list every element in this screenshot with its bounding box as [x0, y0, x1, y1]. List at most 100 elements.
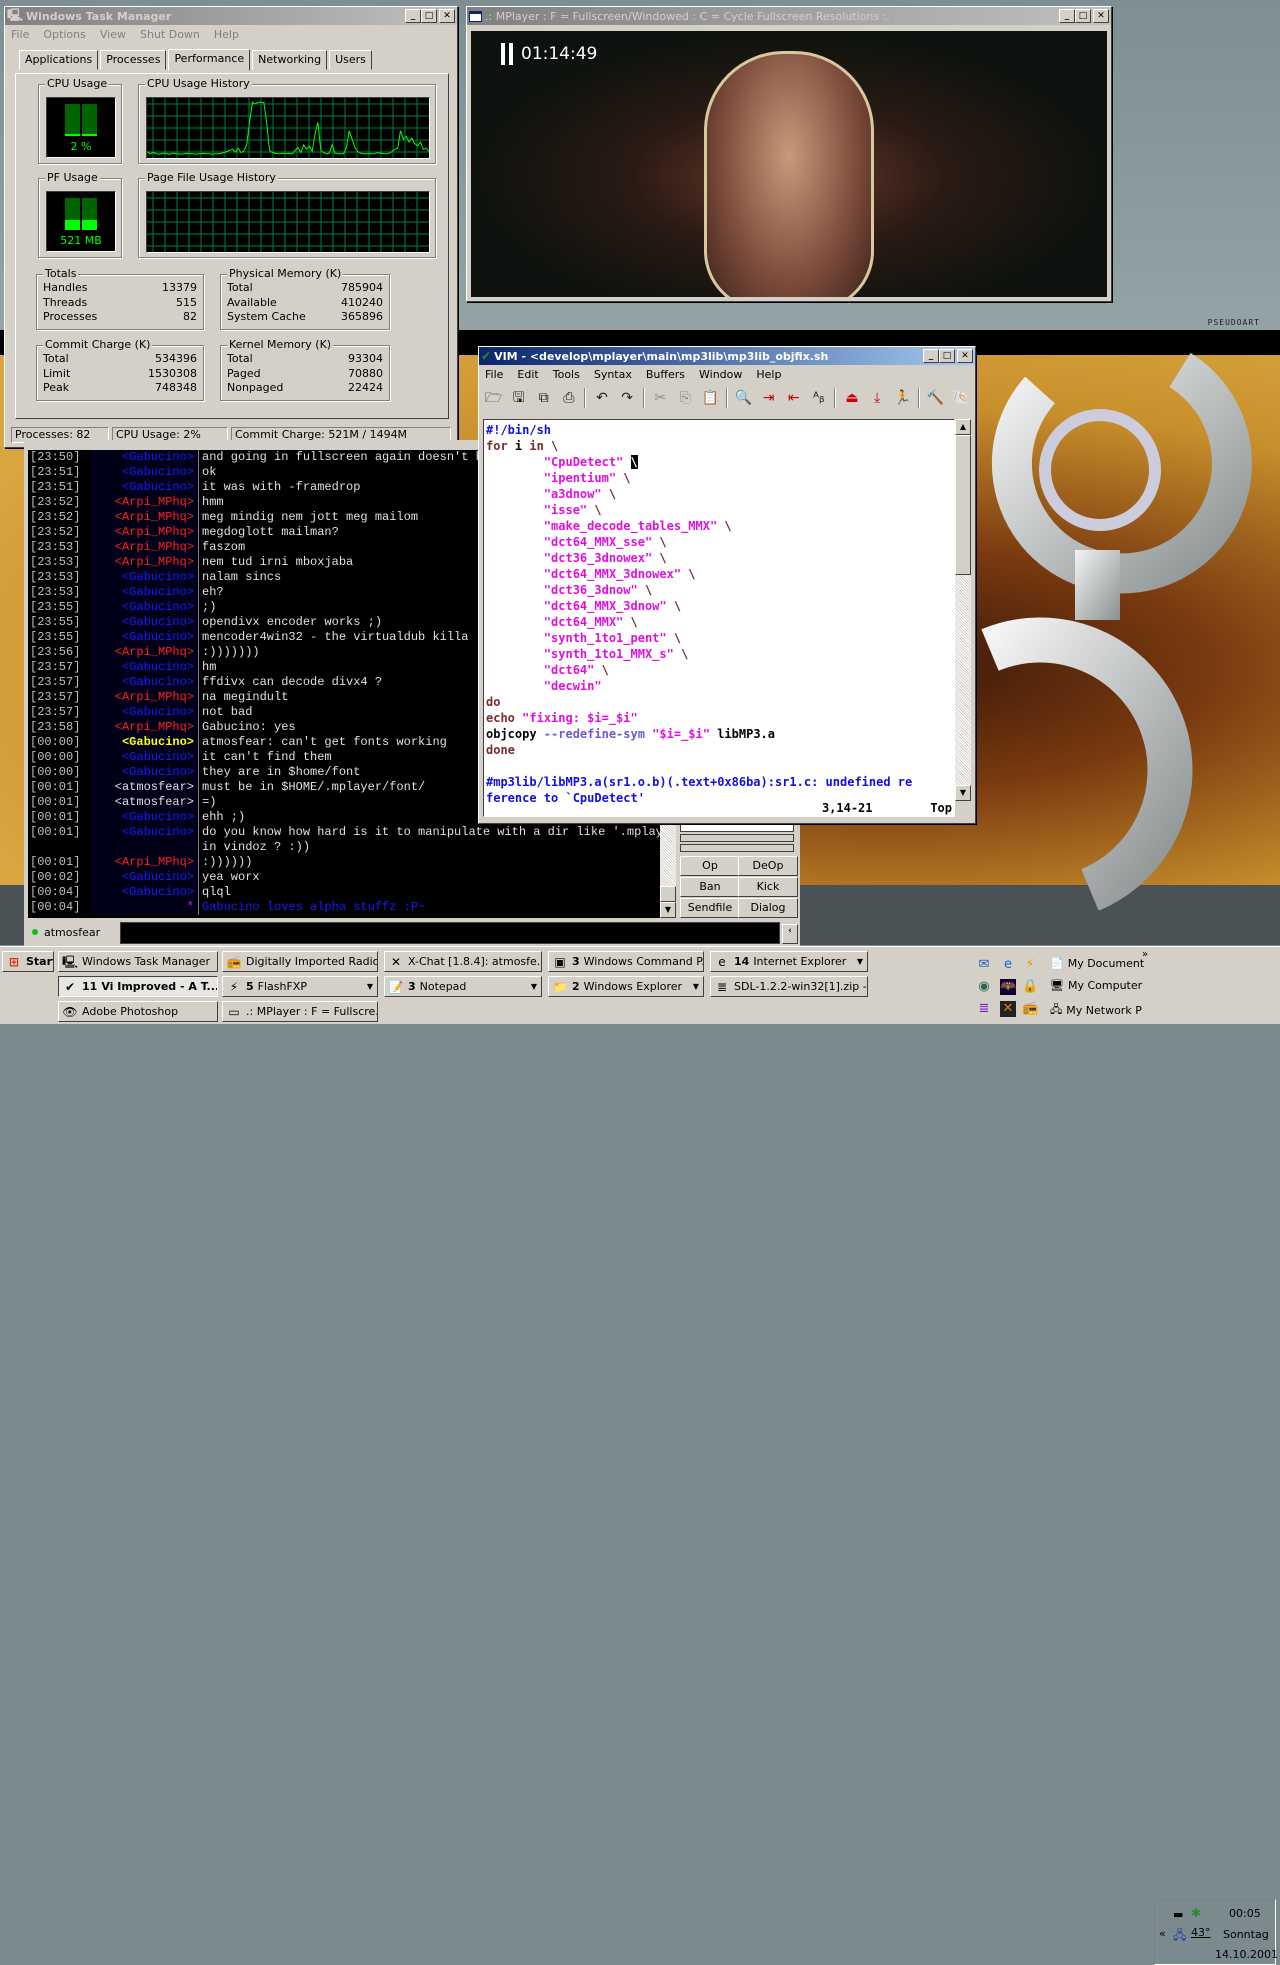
make-icon[interactable]: 🔨: [926, 388, 945, 408]
save-all-icon[interactable]: ⧉: [534, 388, 553, 408]
message-nick[interactable]: <atmosfear>: [90, 780, 198, 795]
taskbar-button[interactable]: ▣3Windows Command P...▼: [548, 951, 704, 972]
open-icon[interactable]: 🗁: [484, 388, 503, 408]
paste-icon[interactable]: 📋: [701, 388, 720, 408]
taskbar-button[interactable]: 👁 Adobe Photoshop: [58, 1001, 218, 1022]
kick-button[interactable]: Kick: [738, 877, 798, 897]
load-session-icon[interactable]: ⏏: [842, 388, 861, 408]
message-nick[interactable]: <Arpi_MPhq>: [90, 855, 198, 870]
scroll-down-button[interactable]: ▼: [660, 902, 676, 918]
tab-users[interactable]: Users: [329, 50, 372, 70]
redo-icon[interactable]: ↷: [618, 388, 637, 408]
message-nick[interactable]: <Gabucino>: [90, 480, 198, 495]
message-nick[interactable]: <Gabucino>: [90, 660, 198, 675]
message-nick[interactable]: <Arpi_MPhq>: [90, 690, 198, 705]
mplayer-titlebar[interactable]: .: MPlayer : F = Fullscreen/Windowed : C…: [467, 7, 1111, 25]
clock-time[interactable]: 00:05: [1229, 1907, 1261, 1920]
maximize-button[interactable]: □: [421, 9, 437, 23]
menu-help[interactable]: Help: [214, 28, 239, 41]
find-next-icon[interactable]: ⇥: [759, 388, 778, 408]
taskbar-button[interactable]: ✔11Vi Improved - A T...▼: [58, 976, 218, 997]
message-nick[interactable]: <Arpi_MPhq>: [90, 540, 198, 555]
menu-edit[interactable]: Edit: [517, 368, 538, 381]
save-session-icon[interactable]: ⤓: [868, 388, 887, 408]
cut-icon[interactable]: ✂: [651, 388, 670, 408]
minimize-button[interactable]: _: [405, 9, 421, 23]
scroll-down-button[interactable]: ▼: [955, 785, 971, 801]
menu-syntax[interactable]: Syntax: [594, 368, 632, 381]
find-prev-icon[interactable]: ⇤: [784, 388, 803, 408]
maximize-button[interactable]: □: [1075, 9, 1091, 23]
tab-networking[interactable]: Networking: [252, 50, 328, 70]
network-icon[interactable]: 🖧: [1173, 1926, 1186, 1947]
message-nick[interactable]: <Arpi_MPhq>: [90, 555, 198, 570]
menu-view[interactable]: View: [100, 28, 126, 41]
menu-buffers[interactable]: Buffers: [646, 368, 685, 381]
radio-icon[interactable]: 📻: [1022, 1001, 1038, 1017]
message-nick[interactable]: <Gabucino>: [90, 585, 198, 600]
message-nick[interactable]: <Arpi_MPhq>: [90, 525, 198, 540]
message-nick[interactable]: <Arpi_MPhq>: [90, 510, 198, 525]
video-area[interactable]: 01:14:49: [471, 31, 1107, 297]
message-nick[interactable]: <Gabucino>: [90, 600, 198, 615]
chevron-icon[interactable]: »: [1142, 949, 1148, 960]
copy-icon[interactable]: ⎘: [676, 388, 695, 408]
message-nick[interactable]: <Gabucino>: [90, 675, 198, 690]
taskbar-button[interactable]: e 14 Internet Explorer ▼: [710, 951, 868, 972]
tab-applications[interactable]: Applications: [19, 50, 99, 70]
message-nick[interactable]: <Gabucino>: [90, 450, 198, 465]
scroll-thumb[interactable]: [660, 886, 676, 902]
userlist-toggle-button[interactable]: ‹: [782, 924, 798, 944]
tag-icon[interactable]: 🐚: [951, 388, 970, 408]
menu-help[interactable]: Help: [756, 368, 781, 381]
message-nick[interactable]: <Gabucino>: [90, 615, 198, 630]
menu-file[interactable]: File: [11, 28, 29, 41]
start-button[interactable]: ⊞ Start: [2, 951, 54, 972]
taskbar-button[interactable]: 📻 Digitally Imported Radio ...: [222, 951, 378, 972]
ban-button[interactable]: Ban: [680, 877, 740, 897]
close-button[interactable]: ✕: [439, 9, 455, 23]
ie-icon[interactable]: e: [1000, 957, 1016, 973]
menu-window[interactable]: Window: [699, 368, 742, 381]
print-icon[interactable]: ⎙: [559, 388, 578, 408]
quick-link-my-network[interactable]: 🖧 My Network P: [1050, 1001, 1142, 1020]
tab-performance[interactable]: Performance: [168, 49, 251, 71]
maximize-button[interactable]: □: [939, 349, 955, 363]
close-button[interactable]: ✕: [957, 349, 973, 363]
find-icon[interactable]: 🔍: [734, 388, 753, 408]
replace-icon[interactable]: ᴬᵦ: [809, 388, 828, 408]
message-nick[interactable]: <Gabucino>: [90, 465, 198, 480]
nick-label[interactable]: atmosfear: [44, 926, 100, 939]
message-nick[interactable]: <Gabucino>: [90, 870, 198, 885]
message-nick[interactable]: <Arpi_MPhq>: [90, 495, 198, 510]
minimize-button[interactable]: _: [923, 349, 939, 363]
menu-file[interactable]: File: [485, 368, 503, 381]
vim-titlebar[interactable]: ✔ VIM - <develop\mplayer\main\mp3lib\mp3…: [479, 347, 975, 365]
scroll-thumb[interactable]: [955, 435, 971, 575]
undo-icon[interactable]: ↶: [592, 388, 611, 408]
message-nick[interactable]: <Gabucino>: [90, 630, 198, 645]
task-manager-titlebar[interactable]: 🖳 Windows Task Manager _ □ ✕: [5, 7, 457, 25]
xchat-icon[interactable]: ✕: [1000, 1001, 1016, 1017]
taskbar-button[interactable]: ✕ X-Chat [1.8.4]: atmosfe...: [384, 951, 542, 972]
run-script-icon[interactable]: 🏃: [893, 388, 912, 408]
chat-input[interactable]: [120, 922, 780, 944]
message-nick[interactable]: <Gabucino>: [90, 705, 198, 720]
tab-processes[interactable]: Processes: [100, 50, 167, 70]
taskbar-button[interactable]: 📝 3 Notepad ▼: [384, 976, 542, 997]
antivirus-icon[interactable]: ✱: [1191, 1906, 1201, 1920]
winamp-icon[interactable]: ⚡: [1022, 957, 1038, 973]
quick-link-my-computer[interactable]: 🖥 My Computer: [1050, 979, 1142, 992]
message-nick[interactable]: <atmosfear>: [90, 795, 198, 810]
message-nick[interactable]: <Gabucino>: [90, 735, 198, 750]
bat-icon[interactable]: 🦇: [1000, 979, 1016, 995]
sendfile-button[interactable]: Sendfile: [680, 898, 740, 918]
menu-shut-down[interactable]: Shut Down: [140, 28, 200, 41]
message-nick[interactable]: <Gabucino>: [90, 765, 198, 780]
editor-buffer[interactable]: #!/bin/sh for i in \ "CpuDetect" \ "ipent…: [483, 419, 955, 817]
scroll-up-button[interactable]: ▲: [955, 419, 971, 435]
message-nick[interactable]: <Gabucino>: [90, 750, 198, 765]
minimize-button[interactable]: _: [1059, 9, 1075, 23]
taskbar-button[interactable]: 🖳 Windows Task Manager: [58, 951, 218, 972]
message-nick[interactable]: <Arpi_MPhq>: [90, 720, 198, 735]
